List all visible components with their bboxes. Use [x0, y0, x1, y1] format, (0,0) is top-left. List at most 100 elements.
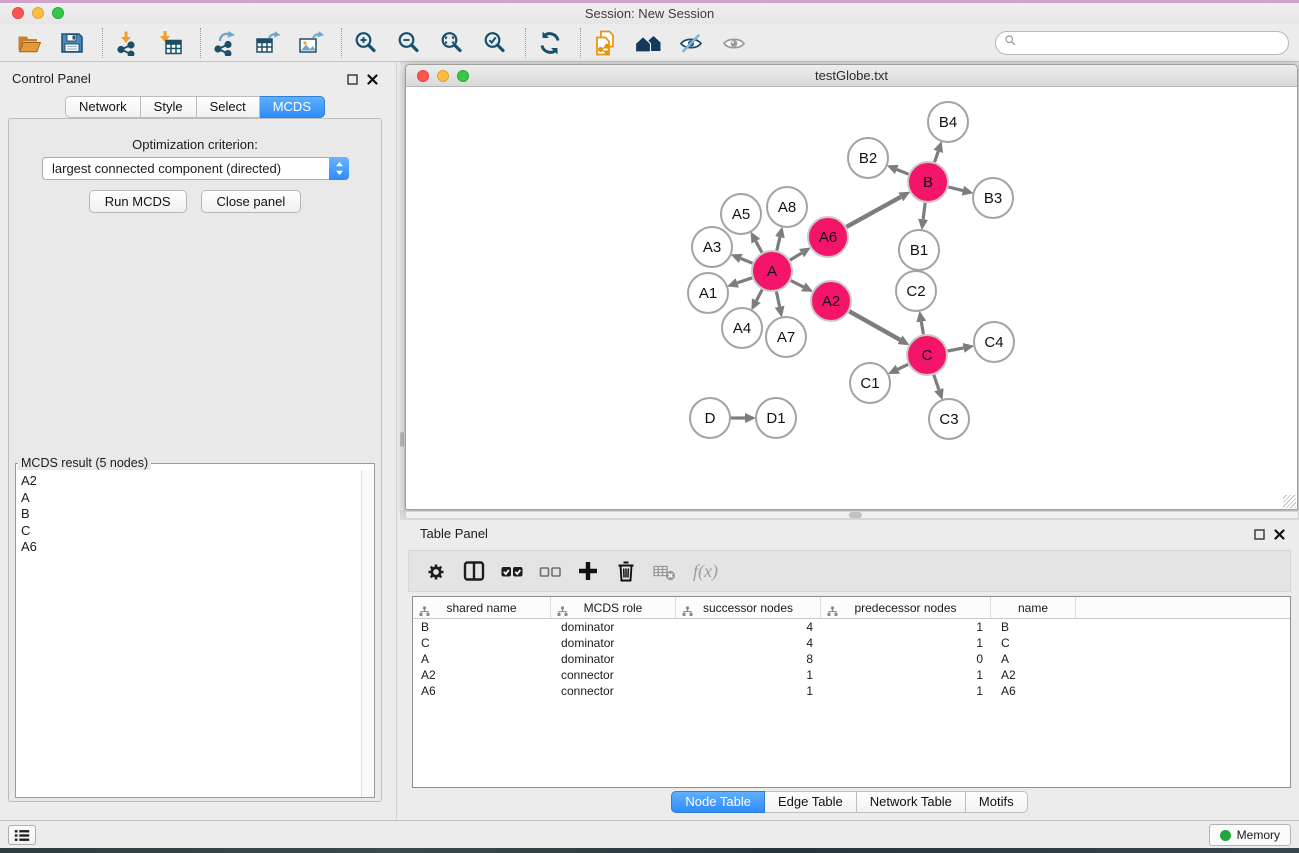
- table-cell[interactable]: C: [413, 635, 551, 651]
- mcds-result-item[interactable]: A6: [21, 539, 361, 556]
- unselect-all-columns-icon[interactable]: [537, 558, 563, 584]
- network-canvas[interactable]: AA1A2A3A4A5A6A7A8BB1B2B3B4CC1C2C3C4DD1: [406, 87, 1297, 508]
- result-scrollbar[interactable]: [361, 470, 374, 797]
- network-close-button[interactable]: [417, 70, 429, 82]
- table-row[interactable]: Cdominator41C: [413, 635, 1290, 651]
- network-zoom-button[interactable]: [457, 70, 469, 82]
- task-history-button[interactable]: [8, 825, 36, 845]
- network-window-titlebar[interactable]: testGlobe.txt: [406, 65, 1297, 87]
- table-cell[interactable]: A: [991, 651, 1076, 667]
- import-table-icon[interactable]: [155, 28, 185, 58]
- mcds-result-item[interactable]: B: [21, 506, 361, 523]
- zoom-selected-icon[interactable]: [480, 28, 510, 58]
- graph-node-D[interactable]: D: [690, 398, 730, 438]
- window-resize-grip[interactable]: [1283, 495, 1296, 508]
- tab-network-table[interactable]: Network Table: [857, 791, 966, 813]
- search-input[interactable]: [1022, 36, 1288, 50]
- graph-edge-A-A3[interactable]: [741, 259, 753, 264]
- memory-button[interactable]: Memory: [1209, 824, 1291, 846]
- export-image-icon[interactable]: [296, 28, 326, 58]
- table-cell[interactable]: dominator: [551, 635, 676, 651]
- table-cell[interactable]: 1: [821, 619, 991, 635]
- column-header-name[interactable]: name: [991, 597, 1076, 618]
- graph-node-A4[interactable]: A4: [722, 308, 762, 348]
- table-row[interactable]: Bdominator41B: [413, 619, 1290, 635]
- tab-style[interactable]: Style: [141, 96, 197, 118]
- minimize-window-button[interactable]: [32, 7, 44, 19]
- open-session-icon[interactable]: [14, 28, 44, 58]
- table-row[interactable]: A6connector11A6: [413, 683, 1290, 699]
- table-cell[interactable]: connector: [551, 667, 676, 683]
- panel-splitter[interactable]: [396, 62, 397, 820]
- table-cell[interactable]: 4: [676, 635, 821, 651]
- show-all-network-windows-icon[interactable]: [633, 28, 663, 58]
- table-cell[interactable]: 8: [676, 651, 821, 667]
- search-field[interactable]: [995, 31, 1289, 55]
- table-cell[interactable]: 1: [821, 635, 991, 651]
- hide-view-icon[interactable]: [676, 28, 706, 58]
- table-cell[interactable]: A: [413, 651, 551, 667]
- export-table-icon[interactable]: [253, 28, 283, 58]
- table-cell[interactable]: B: [991, 619, 1076, 635]
- table-cell[interactable]: C: [991, 635, 1076, 651]
- graph-node-C3[interactable]: C3: [929, 399, 969, 439]
- desktop-horizontal-scrollbar[interactable]: [405, 511, 1299, 519]
- mcds-result-item[interactable]: A2: [21, 473, 361, 490]
- close-window-button[interactable]: [12, 7, 24, 19]
- graph-node-C4[interactable]: C4: [974, 322, 1014, 362]
- graph-edge-A-A4[interactable]: [756, 290, 762, 301]
- refresh-view-icon[interactable]: [535, 28, 565, 58]
- graph-node-A5[interactable]: A5: [721, 194, 761, 234]
- save-session-icon[interactable]: [57, 28, 87, 58]
- add-column-icon[interactable]: [575, 558, 601, 584]
- graph-edge-A-A5[interactable]: [756, 241, 762, 252]
- tab-mcds[interactable]: MCDS: [260, 96, 325, 118]
- import-network-icon[interactable]: [112, 28, 142, 58]
- table-cell[interactable]: connector: [551, 683, 676, 699]
- clone-network-icon[interactable]: [590, 28, 620, 58]
- tab-edge-table[interactable]: Edge Table: [765, 791, 857, 813]
- graph-edge-C-C3[interactable]: [934, 375, 939, 390]
- tab-node-table[interactable]: Node Table: [671, 791, 765, 813]
- column-header-MCDS-role[interactable]: MCDS role: [551, 597, 676, 618]
- table-settings-icon[interactable]: [423, 558, 449, 584]
- mcds-result-item[interactable]: C: [21, 523, 361, 540]
- table-cell[interactable]: 4: [676, 619, 821, 635]
- graph-node-A7[interactable]: A7: [766, 317, 806, 357]
- select-all-columns-icon[interactable]: [499, 558, 525, 584]
- table-cell[interactable]: 0: [821, 651, 991, 667]
- column-header-shared-name[interactable]: shared name: [413, 597, 551, 618]
- graph-edge-A2-C[interactable]: [849, 311, 900, 340]
- table-cell[interactable]: dominator: [551, 619, 676, 635]
- graph-node-B3[interactable]: B3: [973, 178, 1013, 218]
- zoom-in-icon[interactable]: [351, 28, 381, 58]
- graph-edge-B-B1[interactable]: [923, 203, 925, 220]
- graph-node-C[interactable]: C: [907, 335, 947, 375]
- close-panel-button[interactable]: Close panel: [201, 190, 302, 213]
- graph-node-A[interactable]: A: [752, 251, 792, 291]
- tab-select[interactable]: Select: [197, 96, 260, 118]
- graph-edge-A-A1[interactable]: [737, 278, 752, 283]
- graph-node-A2[interactable]: A2: [811, 281, 851, 321]
- graph-edge-B-B2[interactable]: [897, 170, 909, 175]
- graph-node-C1[interactable]: C1: [850, 363, 890, 403]
- table-cell[interactable]: A6: [413, 683, 551, 699]
- show-view-icon[interactable]: [719, 28, 749, 58]
- graph-node-D1[interactable]: D1: [756, 398, 796, 438]
- close-panel-icon[interactable]: [367, 72, 378, 90]
- graph-node-B[interactable]: B: [908, 162, 948, 202]
- graph-edge-B-B3[interactable]: [948, 187, 963, 191]
- table-cell[interactable]: 1: [676, 667, 821, 683]
- graph-node-A6[interactable]: A6: [808, 217, 848, 257]
- run-mcds-button[interactable]: Run MCDS: [89, 190, 187, 213]
- graph-edge-C-C1[interactable]: [898, 364, 908, 369]
- table-cell[interactable]: A2: [413, 667, 551, 683]
- graph-edge-C-C4[interactable]: [948, 348, 964, 351]
- table-cell[interactable]: A6: [991, 683, 1076, 699]
- equation-editor-icon[interactable]: f(x): [693, 561, 718, 582]
- graph-edge-C-C2[interactable]: [921, 322, 923, 335]
- split-columns-icon[interactable]: [461, 558, 487, 584]
- network-graph[interactable]: AA1A2A3A4A5A6A7A8BB1B2B3B4CC1C2C3C4DD1: [406, 87, 1297, 508]
- graph-node-A3[interactable]: A3: [692, 227, 732, 267]
- table-row[interactable]: Adominator80A: [413, 651, 1290, 667]
